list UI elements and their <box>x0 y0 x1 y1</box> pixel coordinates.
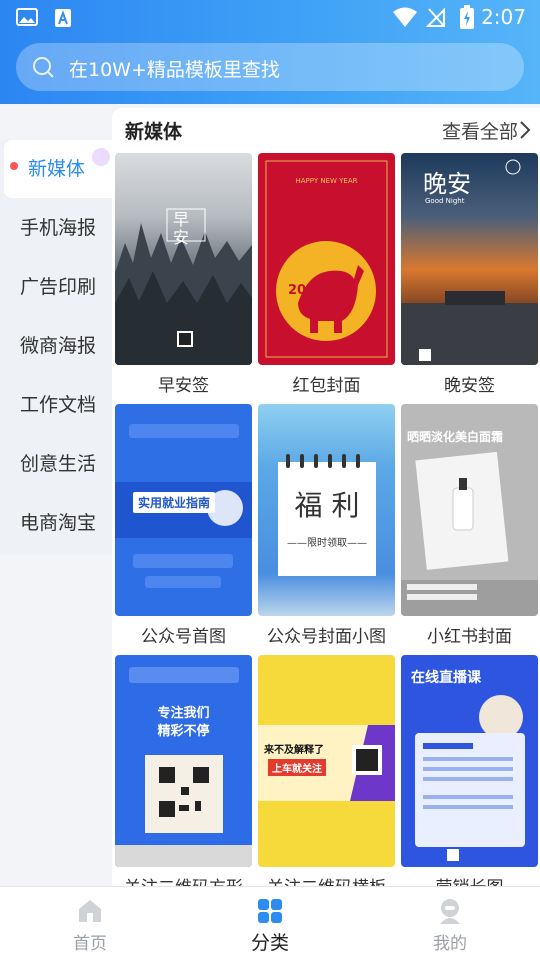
nav-profile-label: 我的 <box>433 934 467 954</box>
qr-illustration <box>115 667 252 867</box>
nav-category[interactable]: 分类 <box>230 897 310 957</box>
sidebar-item-creative-life[interactable]: 创意生活 <box>0 435 112 493</box>
wifi-icon <box>393 7 417 27</box>
sidebar-item-ecommerce[interactable]: 电商淘宝 <box>0 494 112 552</box>
section-title: 新媒体 <box>125 121 183 143</box>
template-thumbnail-article-header: 实用就业指南 <box>115 404 252 616</box>
top-header: 2:07 在10W+精品模板里查找 <box>0 0 540 104</box>
template-thumbnail-cover-small: 福 利 ——限时领取—— <box>258 404 395 616</box>
template-thumbnail-qr-landscape: 来不及解释了 上车就关注 <box>258 655 395 867</box>
nav-home[interactable]: 首页 <box>50 897 130 957</box>
decoration-bubble <box>92 148 110 166</box>
thumbnail-text: 在线直播课 <box>411 670 481 686</box>
template-thumbnail-morning: 早安 <box>115 153 252 365</box>
status-bar: 2:07 <box>0 0 540 36</box>
thumbnail-line-2: 精彩不停 <box>157 724 210 739</box>
thumbnail-subtext: 上车就关注 <box>268 759 326 776</box>
template-thumbnail-long-image: 在线直播课 <box>401 655 538 867</box>
thumbnail-text: 晒晒淡化美白面霜 <box>407 430 504 444</box>
view-all-link[interactable]: 查看全部 <box>442 117 518 144</box>
template-thumbnail-red-envelope: HAPPY NEW YEAR 2021 <box>258 153 395 365</box>
template-card[interactable]: HAPPY NEW YEAR 2021 红包封面 <box>258 153 395 396</box>
template-card[interactable]: 晚安 Good Night 晚安签 <box>401 153 538 396</box>
sidebar-item-label: 手机海报 <box>20 217 97 239</box>
sidebar-item-label: 广告印刷 <box>20 276 97 298</box>
thumbnail-line-1: 专注我们 <box>157 706 210 721</box>
bottom-navigation: 首页 分类 我的 <box>0 886 540 961</box>
sidebar-item-wechat-poster[interactable]: 微商海报 <box>0 317 112 375</box>
template-thumbnail-qr-square: 专注我们 精彩不停 <box>115 655 252 867</box>
thumbnail-text: 来不及解释了 <box>264 745 324 756</box>
battery-charging-icon <box>460 5 474 29</box>
template-thumbnail-night: 晚安 Good Night <box>401 153 538 365</box>
sidebar-item-ad-print[interactable]: 广告印刷 <box>0 258 112 316</box>
home-icon <box>79 900 101 922</box>
template-label: 晚安签 <box>444 376 495 396</box>
sidebar-item-label: 电商淘宝 <box>20 512 97 534</box>
chevron-right-icon[interactable] <box>518 120 532 140</box>
sidebar-item-work-docs[interactable]: 工作文档 <box>0 376 112 434</box>
clock: 2:07 <box>481 5 526 29</box>
template-label: 小红书封面 <box>427 627 512 647</box>
gallery-notification-icon <box>16 8 38 26</box>
thumbnail-year: 2021 <box>288 283 325 298</box>
template-card[interactable]: 早安 早安签 <box>115 153 252 396</box>
template-card[interactable]: 晒晒淡化美白面霜 小红书封面 <box>401 404 538 647</box>
nav-category-label: 分类 <box>250 932 289 954</box>
sidebar-item-label: 创意生活 <box>20 453 97 475</box>
forest-image <box>115 208 252 365</box>
sidebar-item-label: 新媒体 <box>28 158 86 180</box>
search-bar[interactable]: 在10W+精品模板里查找 <box>16 43 524 91</box>
template-panel: 新媒体 查看全部 早安 早安签 HAPPY NEW YEAR 2021 红包封面… <box>112 108 540 888</box>
template-label: 公众号首图 <box>141 627 226 647</box>
sidebar-item-label: 微商海报 <box>20 335 97 357</box>
thumbnail-text: 实用就业指南 <box>133 492 216 513</box>
sidebar-item-new-media[interactable]: 新媒体 <box>4 140 112 198</box>
thumbnail-text: 专注我们 精彩不停 <box>115 705 252 741</box>
template-label: 早安签 <box>158 376 209 396</box>
template-card[interactable]: 来不及解释了 上车就关注 关注二维码横板 <box>258 655 395 888</box>
thumbnail-text: 福 利 <box>294 489 360 522</box>
template-card[interactable]: 专注我们 精彩不停 关注二维码方形 <box>115 655 252 888</box>
search-placeholder: 在10W+精品模板里查找 <box>69 59 280 81</box>
template-card[interactable]: 福 利 ——限时领取—— 公众号封面小图 <box>258 404 395 647</box>
template-card[interactable]: 实用就业指南 公众号首图 <box>115 404 252 647</box>
profile-icon <box>440 899 460 924</box>
template-card[interactable]: 在线直播课 营销长图 <box>401 655 538 888</box>
no-signal-icon <box>426 7 445 27</box>
thumbnail-text: HAPPY NEW YEAR <box>295 177 358 185</box>
template-label: 红包封面 <box>292 376 361 396</box>
template-label: 公众号封面小图 <box>267 627 386 647</box>
template-thumbnail-xiaohongshu: 晒晒淡化美白面霜 <box>401 404 538 616</box>
thumbnail-text: 早安 <box>173 210 190 247</box>
sidebar-item-label: 工作文档 <box>20 394 97 416</box>
category-icon <box>258 899 282 923</box>
decoration-dot <box>10 162 18 170</box>
sidebar-item-mobile-poster[interactable]: 手机海报 <box>0 199 112 257</box>
thumbnail-subtext: ——限时领取—— <box>287 538 367 549</box>
nav-profile[interactable]: 我的 <box>410 897 490 957</box>
nav-home-label: 首页 <box>73 934 107 954</box>
search-icon <box>33 57 54 78</box>
category-sidebar: 新媒体 手机海报 广告印刷 微商海报 工作文档 创意生活 电商淘宝 <box>0 140 112 554</box>
thumbnail-subtext: Good Night <box>425 197 465 205</box>
thumbnail-text: 晚安 <box>423 170 471 198</box>
app-notification-icon <box>55 9 71 27</box>
